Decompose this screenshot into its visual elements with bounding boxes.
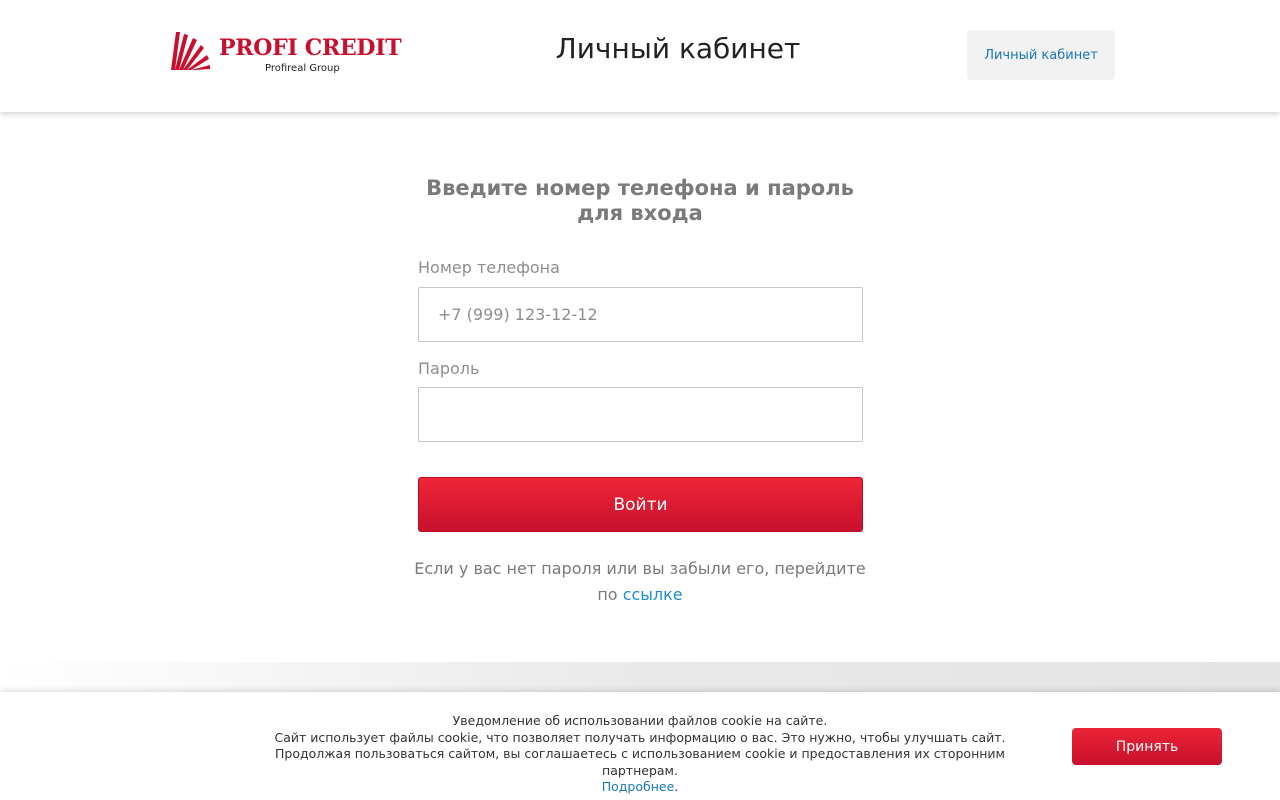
cookie-line-3: Продолжая пользоваться сайтом, вы соглаш… bbox=[275, 746, 1005, 778]
sunburst-logo-icon bbox=[171, 32, 210, 70]
phone-label: Номер телефона bbox=[418, 258, 560, 277]
logo-group-text: Profireal Group bbox=[265, 63, 340, 74]
cookie-notice-text: Уведомление об использовании файлов cook… bbox=[240, 713, 1040, 796]
profi-credit-logo[interactable]: PROFI CREDIT Profireal Group bbox=[168, 29, 402, 77]
password-help-text: Если у вас нет пароля или вы забыли его,… bbox=[410, 556, 870, 608]
cookie-more-link[interactable]: Подробнее bbox=[602, 779, 675, 794]
footer-band bbox=[0, 662, 1280, 692]
personal-cabinet-button[interactable]: Личный кабинет bbox=[967, 30, 1115, 80]
cookie-line-2: Сайт использует файлы cookie, что позвол… bbox=[274, 729, 1006, 745]
cookie-line-1: Уведомление об использовании файлов cook… bbox=[452, 713, 828, 728]
site-header: PROFI CREDIT Profireal Group Личный каби… bbox=[0, 0, 1280, 112]
login-button[interactable]: Войти bbox=[418, 477, 863, 532]
logo-brand-text: PROFI CREDIT bbox=[219, 35, 402, 61]
cookie-banner: Уведомление об использовании файлов cook… bbox=[0, 692, 1280, 800]
password-input[interactable] bbox=[418, 387, 863, 442]
password-recovery-link[interactable]: ссылке bbox=[623, 585, 683, 604]
phone-input[interactable] bbox=[418, 287, 863, 342]
cookie-accept-button[interactable]: Принять bbox=[1072, 728, 1222, 765]
login-section: Введите номер телефона и пароль для вход… bbox=[0, 112, 1280, 662]
cookie-more-line: Подробнее. bbox=[601, 779, 679, 794]
page-title: Личный кабинет bbox=[555, 32, 801, 65]
password-label: Пароль bbox=[418, 359, 480, 378]
login-title: Введите номер телефона и пароль для вход… bbox=[426, 176, 854, 225]
